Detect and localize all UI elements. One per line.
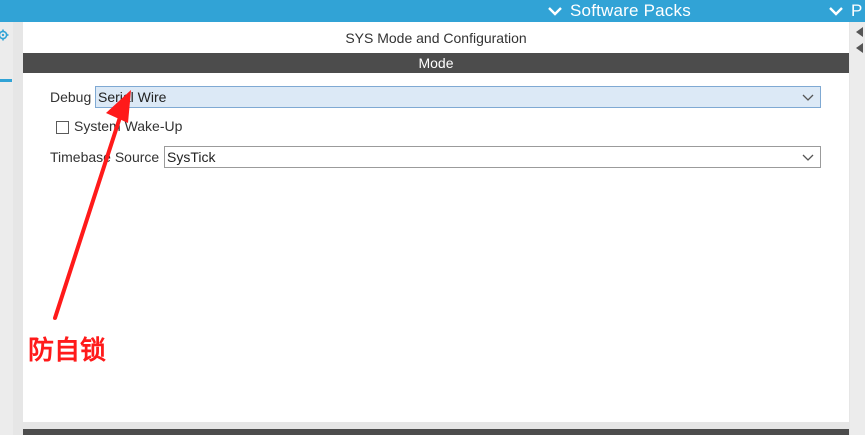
- panel-title: SYS Mode and Configuration: [345, 29, 527, 46]
- top-header-bar: [0, 0, 865, 22]
- system-wakeup-checkbox[interactable]: [56, 121, 69, 134]
- debug-select[interactable]: Serial Wire: [95, 86, 821, 108]
- panel-bottom-bar: [23, 429, 849, 435]
- p-menu[interactable]: P: [829, 0, 863, 22]
- mode-section-header: Mode: [23, 53, 849, 73]
- right-side-strip: [850, 22, 865, 435]
- chevron-down-icon: [548, 7, 562, 16]
- annotation-label: 防自锁: [28, 336, 107, 366]
- debug-select-value: Serial Wire: [98, 89, 167, 105]
- chevron-down-icon: [802, 154, 814, 161]
- software-packs-menu[interactable]: Software Packs: [548, 0, 691, 22]
- arrow-left-icon[interactable]: [854, 42, 865, 54]
- timebase-source-select[interactable]: SysTick: [164, 146, 821, 168]
- chevron-down-icon: [829, 7, 843, 16]
- timebase-select-value: SysTick: [167, 149, 216, 165]
- timebase-source-label: Timebase Source: [50, 149, 160, 165]
- arrow-left-icon[interactable]: [854, 26, 865, 38]
- gear-icon[interactable]: [0, 28, 10, 42]
- system-wakeup-label: System Wake-Up: [74, 118, 183, 134]
- panel-content-area: [23, 22, 849, 422]
- software-packs-label: Software Packs: [570, 1, 691, 20]
- left-side-strip: [0, 22, 13, 435]
- p-menu-label: P: [851, 1, 863, 20]
- active-tab-indicator: [0, 79, 12, 82]
- chevron-down-icon: [802, 94, 814, 101]
- debug-label: Debug: [50, 89, 92, 105]
